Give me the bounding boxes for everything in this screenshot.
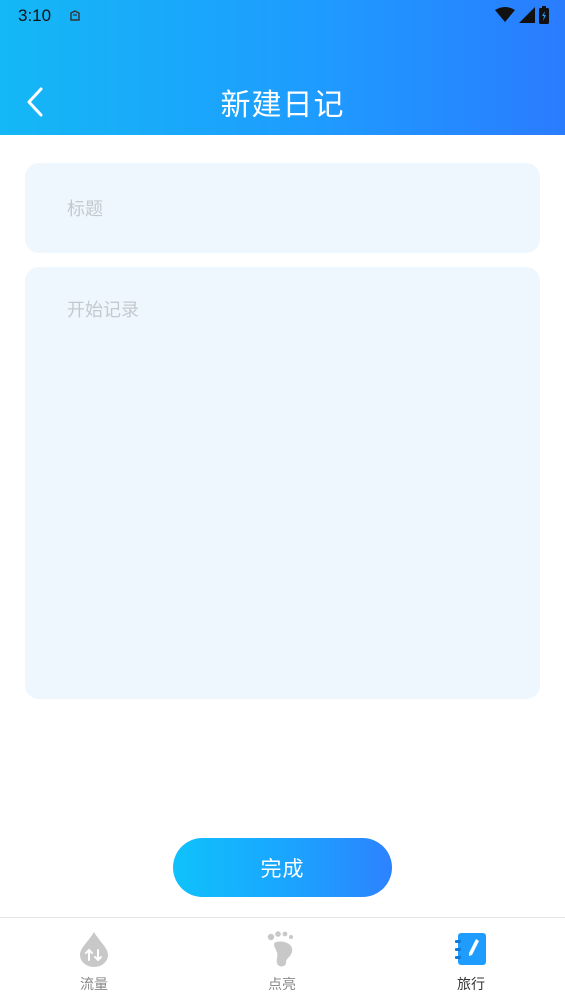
- status-icons: [495, 6, 549, 28]
- notification-icon: [68, 8, 82, 22]
- signal-icon: [519, 7, 535, 27]
- header: 3:10 新建日记: [0, 0, 565, 135]
- tab-label: 旅行: [457, 977, 485, 993]
- battery-icon: [539, 6, 549, 28]
- done-button[interactable]: 完成: [173, 838, 392, 897]
- title-input[interactable]: [65, 191, 509, 227]
- tab-bar: 流量 点亮 旅行: [0, 917, 565, 1005]
- page-title: 新建日记: [220, 88, 345, 123]
- footprint-icon: [264, 930, 300, 968]
- tab-travel[interactable]: 旅行: [411, 918, 531, 1005]
- tab-label: 流量: [80, 977, 108, 993]
- title-field[interactable]: [25, 163, 540, 253]
- content-input[interactable]: [65, 294, 509, 678]
- wifi-icon: [495, 7, 515, 27]
- tab-light-up[interactable]: 点亮: [222, 918, 342, 1005]
- tab-label: 点亮: [268, 977, 296, 993]
- status-time: 3:10: [18, 6, 52, 25]
- content-field[interactable]: [25, 267, 540, 699]
- status-bar: 3:10: [0, 0, 565, 34]
- traffic-drop-icon: [76, 930, 112, 968]
- tab-traffic[interactable]: 流量: [34, 918, 154, 1005]
- notebook-pen-icon: [453, 930, 489, 968]
